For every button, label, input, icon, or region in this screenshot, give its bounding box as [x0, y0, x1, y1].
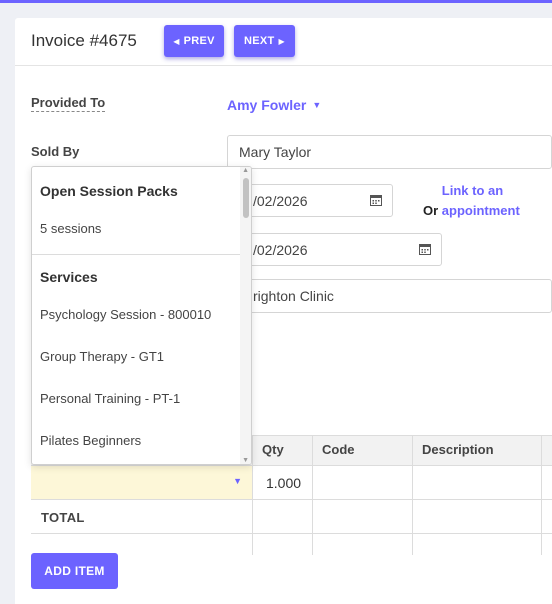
dropdown-item[interactable]: Personal Training - PT-1 [40, 391, 180, 406]
prev-button[interactable]: ◀ PREV [164, 25, 224, 57]
dropdown-item[interactable]: Psychology Session - 800010 [40, 307, 211, 322]
dropdown-group-services: Services [40, 269, 98, 285]
qty-cell[interactable]: 1.000 [266, 475, 301, 491]
caret-down-icon: ▼ [233, 476, 242, 486]
location-value: righton Clinic [253, 288, 334, 304]
link-appointment[interactable]: Link to an appointment [442, 181, 532, 221]
next-button[interactable]: NEXT ▶ [234, 25, 295, 57]
calendar-icon [370, 195, 382, 206]
column-divider [312, 435, 313, 555]
prev-button-label: PREV [183, 35, 215, 47]
dropdown-item[interactable]: Pilates Beginners [40, 433, 141, 448]
sold-by-value: Mary Taylor [239, 144, 312, 160]
appointment-link-area: Or Link to an appointment [423, 181, 532, 221]
item-selector[interactable]: ▼ [31, 466, 252, 499]
top-accent-bar [0, 0, 552, 3]
dropdown-divider [32, 254, 242, 255]
column-divider [412, 435, 413, 555]
calendar-icon [419, 244, 431, 255]
caret-down-icon: ▼ [312, 100, 322, 110]
invoice-title: Invoice #4675 [31, 31, 137, 50]
column-divider [252, 435, 253, 555]
total-row [31, 500, 552, 534]
header-divider [15, 65, 552, 66]
item-dropdown-menu: Open Session Packs 5 sessions Services P… [31, 166, 252, 465]
location-field[interactable]: righton Clinic [227, 279, 552, 313]
dropdown-item[interactable]: 5 sessions [40, 221, 101, 236]
client-name: Amy Fowler [227, 97, 307, 113]
column-header-description: Description [422, 442, 494, 457]
add-item-button[interactable]: ADD ITEM [31, 553, 118, 589]
dropdown-group-session-packs: Open Session Packs [40, 183, 178, 199]
column-divider [541, 435, 542, 555]
dropdown-scrollbar[interactable]: ▲ ▼ [240, 167, 251, 464]
date-field-2[interactable]: /02/2026 [227, 233, 442, 266]
chevron-left-icon: ◀ [173, 36, 180, 46]
date-value-1: /02/2026 [253, 192, 308, 209]
sold-by-field[interactable]: Mary Taylor [227, 135, 552, 169]
dropdown-item[interactable]: Group Therapy - GT1 [40, 349, 164, 364]
scroll-up-icon[interactable]: ▲ [242, 167, 249, 174]
scroll-down-icon[interactable]: ▼ [242, 457, 249, 464]
scrollbar-thumb[interactable] [243, 178, 249, 218]
column-header-qty: Qty [262, 442, 284, 457]
total-label: TOTAL [41, 510, 85, 525]
date-value-2: /02/2026 [253, 241, 308, 258]
client-selector[interactable]: Amy Fowler ▼ [227, 97, 321, 113]
provided-to-label: Provided To [31, 95, 106, 112]
sold-by-label: Sold By [31, 144, 80, 159]
next-button-label: NEXT [244, 35, 275, 47]
chevron-right-icon: ▶ [278, 36, 285, 46]
column-header-code: Code [322, 442, 355, 457]
or-text: Or [423, 203, 439, 218]
